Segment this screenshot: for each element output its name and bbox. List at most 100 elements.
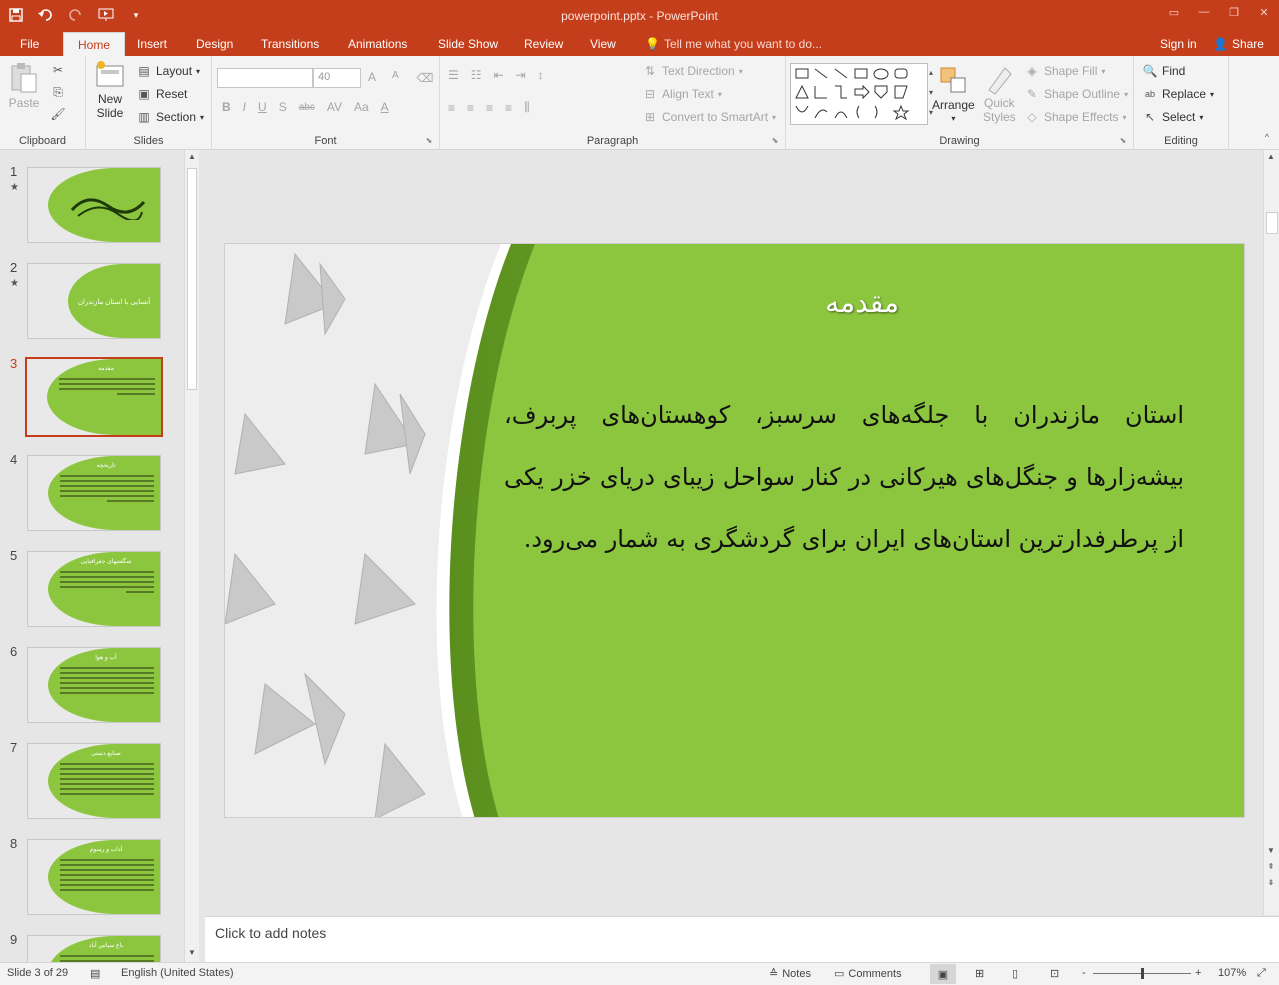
scrollbar-thumb[interactable] bbox=[1266, 212, 1278, 234]
arrange-button[interactable]: Arrange ▾ bbox=[932, 64, 975, 123]
text-direction-button[interactable]: ⇅ Text Direction ▾ bbox=[642, 63, 743, 79]
reset-button[interactable]: ▣ Reset bbox=[136, 86, 187, 102]
collapse-ribbon-icon[interactable]: ^ bbox=[1259, 129, 1275, 145]
slide-thumbnail-9[interactable]: باغ سپاس آباد bbox=[27, 935, 161, 962]
search-icon: 🔍 bbox=[1142, 64, 1158, 78]
sign-in-link[interactable]: Sign in bbox=[1160, 32, 1197, 56]
slide-sorter-icon[interactable]: ⊞ bbox=[975, 967, 984, 980]
shape-fill-button[interactable]: ◈ Shape Fill ▾ bbox=[1024, 63, 1105, 79]
ribbon-display-options-icon[interactable]: ▭ bbox=[1159, 0, 1189, 24]
tab-animations[interactable]: Animations bbox=[348, 32, 407, 56]
slide-show-icon[interactable]: ⊡ bbox=[1050, 967, 1059, 980]
increase-indent-icon[interactable]: ⇥ bbox=[516, 68, 526, 82]
line-spacing-icon[interactable]: ↕ bbox=[538, 68, 544, 82]
fit-slide-icon[interactable]: ⤢ bbox=[1257, 967, 1266, 980]
slide-body-text[interactable]: استان مازندران با جلگه‌های سرسبز، کوهستا… bbox=[504, 384, 1184, 570]
language-indicator[interactable]: English (United States) bbox=[121, 967, 234, 979]
change-case-button[interactable]: Aa bbox=[354, 100, 369, 114]
notes-toggle[interactable]: ≙ Notes bbox=[769, 967, 811, 981]
comments-toggle[interactable]: ▭ Comments bbox=[834, 967, 902, 981]
section-button[interactable]: ▥ Section ▾ bbox=[136, 109, 204, 125]
tab-file[interactable]: File bbox=[20, 32, 39, 56]
clear-formatting-icon[interactable]: ⌫ bbox=[417, 70, 434, 86]
tab-insert[interactable]: Insert bbox=[137, 32, 167, 56]
zoom-out-button[interactable]: - bbox=[1082, 967, 1086, 979]
decrease-font-button[interactable]: A bbox=[392, 70, 399, 81]
slide-thumbnail-7[interactable]: صنایع دستی bbox=[27, 743, 161, 819]
shape-outline-button[interactable]: ✎ Shape Outline ▾ bbox=[1024, 86, 1128, 102]
select-button[interactable]: ↖ Select ▾ bbox=[1142, 109, 1203, 125]
numbering-icon[interactable]: ☷ bbox=[471, 68, 482, 82]
scroll-down-icon[interactable]: ▼ bbox=[187, 948, 197, 960]
reading-view-icon[interactable]: ▯ bbox=[1012, 967, 1018, 980]
shadow-button[interactable]: S bbox=[279, 100, 287, 114]
new-slide-button[interactable]: New Slide bbox=[94, 60, 126, 120]
tab-view[interactable]: View bbox=[590, 32, 616, 56]
convert-smartart-button[interactable]: ⊞ Convert to SmartArt ▾ bbox=[642, 109, 776, 125]
thumbnails-scrollbar[interactable]: ▲ ▼ bbox=[184, 150, 199, 962]
tab-design[interactable]: Design bbox=[196, 32, 233, 56]
replace-button[interactable]: ab Replace ▾ bbox=[1142, 86, 1214, 102]
columns-icon[interactable]: ⫼ bbox=[524, 100, 530, 115]
find-button[interactable]: 🔍 Find bbox=[1142, 63, 1186, 79]
decrease-indent-icon[interactable]: ⇤ bbox=[494, 68, 504, 82]
tab-review[interactable]: Review bbox=[524, 32, 563, 56]
slide-thumbnail-4[interactable]: تاریخچه bbox=[27, 455, 161, 531]
current-slide[interactable]: مقدمه استان مازندران با جلگه‌های سرسبز، … bbox=[224, 243, 1245, 818]
slide-thumbnail-8[interactable]: آداب و رسوم bbox=[27, 839, 161, 915]
strikethrough-button[interactable]: abc bbox=[299, 102, 315, 113]
character-spacing-button[interactable]: AV bbox=[327, 100, 342, 114]
editor-scrollbar[interactable]: ▲ ▼ ⇞ ⇟ bbox=[1263, 150, 1279, 915]
increase-font-button[interactable]: A bbox=[368, 70, 376, 84]
slide-thumbnail-2[interactable]: آشنایی با استان مازندران bbox=[27, 263, 161, 339]
justify-icon[interactable]: ≡ bbox=[505, 101, 512, 115]
restore-icon[interactable]: ❐ bbox=[1219, 0, 1249, 24]
shape-effects-button[interactable]: ◇ Shape Effects ▾ bbox=[1024, 109, 1126, 125]
minimize-icon[interactable]: — bbox=[1189, 0, 1219, 24]
scroll-up-icon[interactable]: ▲ bbox=[1266, 152, 1276, 164]
scrollbar-thumb[interactable] bbox=[187, 168, 197, 390]
zoom-in-button[interactable]: + bbox=[1195, 967, 1201, 979]
slide-thumbnail-6[interactable]: آب و هوا bbox=[27, 647, 161, 723]
scroll-down-icon[interactable]: ▼ bbox=[1266, 846, 1276, 858]
font-size-combo[interactable]: 40 bbox=[313, 68, 361, 88]
quick-styles-button[interactable]: Quick Styles bbox=[983, 64, 1016, 124]
slide-thumbnail-1[interactable] bbox=[27, 167, 161, 243]
tell-me-box[interactable]: 💡 Tell me what you want to do... bbox=[645, 32, 822, 56]
share-button[interactable]: 👤 Share bbox=[1213, 32, 1264, 56]
tab-slide-show[interactable]: Slide Show bbox=[438, 32, 498, 56]
previous-slide-icon[interactable]: ⇞ bbox=[1266, 862, 1276, 874]
section-icon: ▥ bbox=[138, 110, 150, 124]
align-left-icon[interactable]: ≡ bbox=[448, 101, 455, 115]
align-right-icon[interactable]: ≡ bbox=[486, 101, 493, 115]
bullets-icon[interactable]: ☰ bbox=[448, 68, 459, 82]
italic-button[interactable]: I bbox=[243, 100, 246, 114]
slide-title[interactable]: مقدمه bbox=[825, 286, 899, 319]
format-painter-icon[interactable]: 🖌 bbox=[50, 106, 66, 122]
font-family-combo[interactable] bbox=[217, 68, 313, 88]
zoom-slider-thumb[interactable] bbox=[1141, 968, 1144, 979]
layout-button[interactable]: ▤ Layout ▾ bbox=[136, 63, 200, 79]
slides-group: New Slide ▤ Layout ▾ ▣ Reset ▥ Section ▾ Slid… bbox=[86, 56, 212, 150]
shapes-gallery[interactable] bbox=[790, 63, 928, 125]
next-slide-icon[interactable]: ⇟ bbox=[1266, 878, 1276, 890]
underline-button[interactable]: U bbox=[258, 100, 267, 114]
spell-check-icon[interactable]: ▤ bbox=[90, 967, 100, 980]
tab-transitions[interactable]: Transitions bbox=[261, 32, 319, 56]
paste-button[interactable]: Paste bbox=[8, 62, 40, 110]
notes-pane[interactable]: Click to add notes bbox=[205, 916, 1279, 962]
tab-home[interactable]: Home bbox=[63, 32, 126, 56]
close-icon[interactable]: ✕ bbox=[1249, 0, 1279, 24]
animation-star-icon: ★ bbox=[10, 182, 19, 193]
slide-thumbnail-3[interactable]: مقدمه bbox=[25, 357, 163, 437]
normal-view-icon[interactable]: ▣ bbox=[930, 964, 956, 984]
cut-icon[interactable]: ✂ bbox=[50, 62, 66, 78]
scroll-up-icon[interactable]: ▲ bbox=[187, 152, 197, 164]
slide-thumbnail-5[interactable]: شگفتیهای جغرافیایی bbox=[27, 551, 161, 627]
font-color-button[interactable]: A bbox=[381, 100, 389, 114]
zoom-level[interactable]: 107% bbox=[1218, 967, 1246, 979]
bold-button[interactable]: B bbox=[222, 100, 231, 114]
align-center-icon[interactable]: ≡ bbox=[467, 101, 474, 115]
align-text-button[interactable]: ⊟ Align Text ▾ bbox=[642, 86, 722, 102]
copy-icon[interactable]: ⎘ bbox=[50, 84, 66, 100]
